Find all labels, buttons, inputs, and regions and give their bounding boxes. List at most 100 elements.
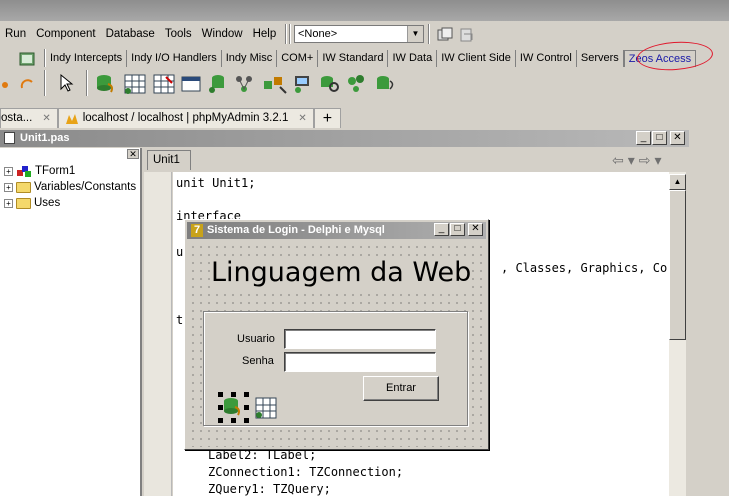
scroll-up-icon[interactable]: ▲: [669, 174, 686, 190]
background-area: [689, 130, 729, 496]
save-desktop-icon[interactable]: [436, 26, 454, 44]
tab-iw-client-side[interactable]: IW Client Side: [437, 50, 516, 67]
form-minimize-button[interactable]: _: [434, 223, 449, 236]
selection-handle[interactable]: [218, 418, 223, 423]
doc-tab-2[interactable]: localhost / localhost | phpMyAdmin 3.2.1…: [57, 108, 314, 128]
selection-handle[interactable]: [218, 405, 223, 410]
editor-window-title: Unit1.pas: [0, 130, 689, 147]
code-line: t: [176, 313, 184, 327]
tree-item-tform1[interactable]: + TForm1: [4, 163, 75, 179]
minimize-button[interactable]: _: [636, 131, 651, 145]
book-icon[interactable]: [18, 50, 36, 68]
menu-separator: [289, 24, 291, 44]
reload-icon[interactable]: [18, 76, 36, 94]
expand-icon[interactable]: +: [4, 166, 13, 176]
selection-handle[interactable]: [231, 392, 236, 397]
zreadonlyquery-icon[interactable]: [152, 73, 176, 95]
senha-input[interactable]: [284, 352, 436, 372]
tree-item-label: Uses: [34, 197, 61, 209]
selection-handle[interactable]: [218, 392, 223, 397]
selection-handle[interactable]: [244, 392, 249, 397]
menu-tools[interactable]: Tools: [160, 21, 197, 47]
tab-iw-data[interactable]: IW Data: [388, 50, 438, 67]
form-class-icon: [17, 166, 31, 177]
scrollbar-thumb[interactable]: [669, 190, 686, 340]
form-close-button[interactable]: ✕: [468, 223, 483, 236]
zsqlmonitor-icon[interactable]: [292, 73, 314, 95]
close-icon[interactable]: ✕: [127, 149, 139, 159]
doc-tab-1-label: osta...: [1, 112, 33, 124]
zquery1-component-icon[interactable]: [254, 396, 278, 420]
tab-iw-control[interactable]: IW Control: [516, 50, 577, 67]
tab-iw-standard[interactable]: IW Standard: [318, 50, 389, 67]
tree-item-label: Variables/Constants: [34, 181, 137, 193]
usuario-label: Usuario: [237, 333, 275, 345]
ztable-icon[interactable]: [180, 73, 202, 95]
zquery-icon[interactable]: [123, 73, 147, 95]
close-icon[interactable]: ✕: [298, 109, 306, 128]
zconnection-icon[interactable]: [94, 72, 118, 96]
desktop-combo[interactable]: <None> ▼: [294, 25, 424, 43]
zconnectiongroup-icon[interactable]: [374, 73, 398, 95]
zupdatesql-icon[interactable]: [233, 73, 255, 95]
code-line: , Classes, Graphics, Co: [501, 261, 668, 275]
folder-icon: [16, 181, 31, 193]
palette-scroll-icon[interactable]: [2, 76, 12, 94]
navigation-arrows[interactable]: ⇦▾⇨▾: [612, 152, 666, 169]
menu-database[interactable]: Database: [101, 21, 160, 47]
close-icon[interactable]: ✕: [42, 109, 50, 128]
zsqlprocessor-icon[interactable]: [262, 73, 288, 95]
login-form-designer[interactable]: 7 Sistema de Login - Delphi e Mysql _ □ …: [184, 219, 489, 450]
new-tab-button[interactable]: +: [313, 108, 342, 128]
plus-icon: +: [322, 110, 333, 127]
code-line: ZConnection1: TZConnection;: [208, 465, 404, 479]
zconnection1-component-icon[interactable]: [221, 395, 245, 419]
doc-tab-2-label: localhost / localhost | phpMyAdmin 3.2.1: [82, 112, 289, 124]
close-button[interactable]: ✕: [670, 131, 685, 145]
toolbar-separator: [86, 70, 88, 96]
tab-com-plus[interactable]: COM+: [277, 50, 319, 67]
set-debug-desktop-icon[interactable]: [458, 26, 476, 44]
menu-help[interactable]: Help: [248, 21, 282, 47]
usuario-input[interactable]: [284, 329, 436, 349]
entrar-button[interactable]: Entrar: [363, 376, 439, 401]
zsequence-icon[interactable]: [346, 73, 370, 95]
component-palette-row: [0, 68, 729, 98]
tab-indy-misc[interactable]: Indy Misc: [222, 50, 278, 67]
expand-icon[interactable]: +: [4, 198, 13, 208]
document-tabs: osta... ✕ localhost / localhost | phpMyA…: [0, 108, 729, 128]
code-line: Label2: TLabel;: [208, 448, 317, 462]
maximize-button[interactable]: □: [652, 131, 667, 145]
chevron-down-icon[interactable]: ▼: [407, 26, 423, 42]
menu-component[interactable]: Component: [31, 21, 100, 47]
menu-window[interactable]: Window: [197, 21, 248, 47]
phpmyadmin-icon: [65, 113, 78, 124]
code-line: u: [176, 245, 184, 259]
selection-handle[interactable]: [244, 418, 249, 423]
tree-item-uses[interactable]: + Uses: [4, 195, 60, 211]
menu-separator: [285, 24, 287, 44]
desktop-combo-value: <None>: [298, 28, 338, 40]
doc-tab-1[interactable]: osta... ✕: [0, 108, 58, 128]
toolbar-separator: [44, 70, 46, 96]
selection-handle[interactable]: [244, 405, 249, 410]
pointer-arrow-icon[interactable]: [58, 73, 74, 93]
tab-indy-io-handlers[interactable]: Indy I/O Handlers: [127, 50, 222, 67]
zstoredproc-icon[interactable]: [207, 73, 229, 95]
menu-separator: [428, 24, 430, 44]
tree-item-variables[interactable]: + Variables/Constants: [4, 179, 136, 195]
expand-icon[interactable]: +: [4, 182, 13, 192]
tab-unit1[interactable]: Unit1: [147, 150, 191, 170]
menu-run[interactable]: Run: [0, 21, 31, 47]
form-maximize-button[interactable]: □: [450, 223, 465, 236]
delphi-logo-icon: 7: [191, 224, 203, 237]
file-icon: [4, 132, 15, 144]
tab-servers[interactable]: Servers: [577, 50, 624, 67]
editor-vertical-scrollbar[interactable]: ▲: [669, 172, 686, 496]
code-line: ZQuery1: TZQuery;: [208, 482, 331, 496]
zsqlmetadata-icon[interactable]: [318, 73, 340, 95]
tree-item-label: TForm1: [35, 165, 76, 177]
tab-indy-intercepts[interactable]: Indy Intercepts: [46, 50, 128, 67]
editor-window-title-text: Unit1.pas: [20, 132, 70, 144]
selection-handle[interactable]: [231, 418, 236, 423]
